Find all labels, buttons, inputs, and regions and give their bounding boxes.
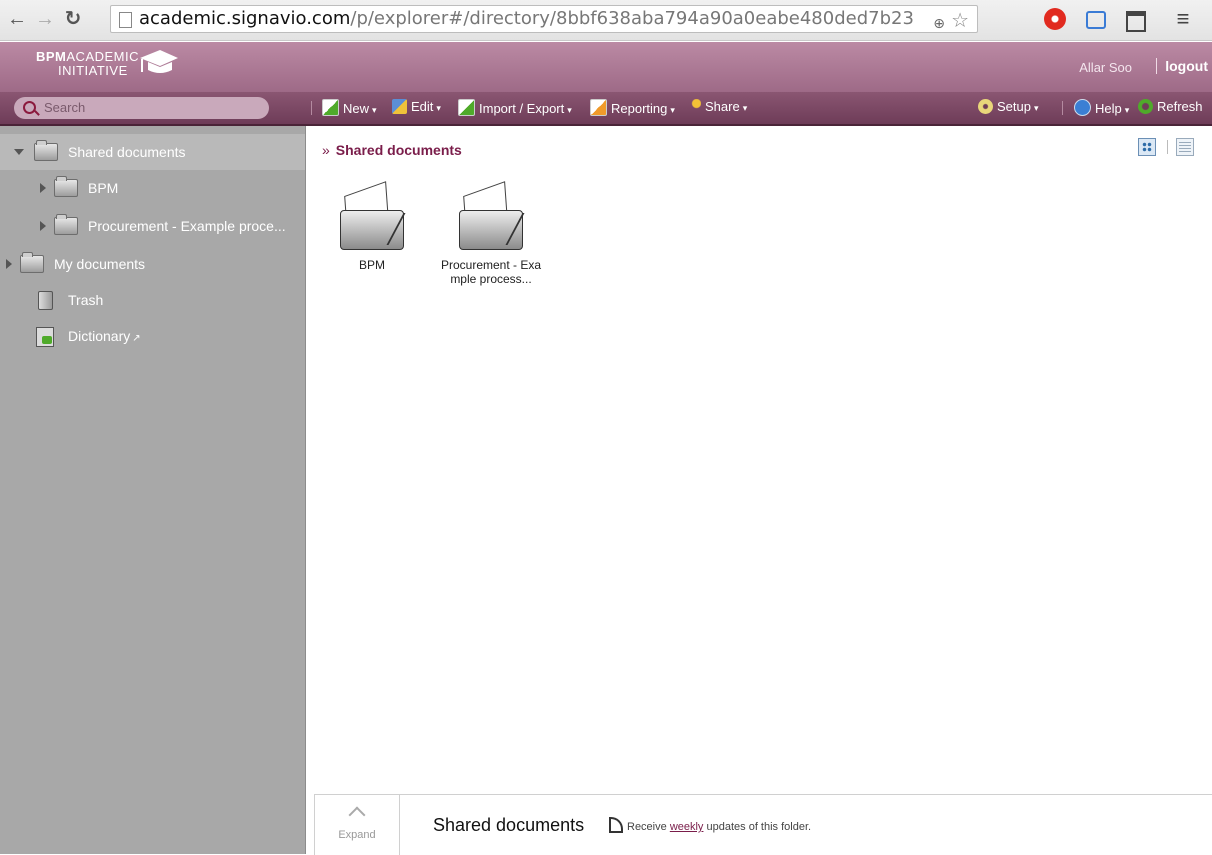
zoom-icon[interactable]: ⊕	[933, 11, 945, 32]
weekly-link[interactable]: weekly	[670, 821, 704, 833]
expand-arrow-icon[interactable]	[40, 221, 46, 231]
breadcrumb-current[interactable]: Shared documents	[336, 142, 462, 158]
opera-extension-icon[interactable]	[1044, 8, 1066, 30]
url-path: /p/explorer#/directory/8bbf638aba794a90a…	[350, 8, 914, 29]
trash-icon	[38, 291, 53, 310]
import-export-icon	[458, 99, 475, 116]
collapse-arrow-icon[interactable]	[14, 149, 24, 155]
edit-button[interactable]: Edit ▾	[392, 99, 441, 114]
screenshot-extension-icon[interactable]	[1086, 11, 1106, 29]
breadcrumb: » Shared documents	[322, 142, 462, 158]
star-icon[interactable]: ☆	[951, 7, 969, 32]
sidebar-item-shared-documents[interactable]: Shared documents	[0, 134, 305, 170]
url-host: academic.signavio.com	[139, 8, 351, 29]
user-name[interactable]: Allar Soo	[1079, 60, 1132, 75]
dictionary-icon	[36, 327, 54, 347]
sidebar-item-label: Dictionary	[68, 328, 131, 344]
view-divider	[1167, 140, 1168, 154]
search-placeholder: Search	[44, 100, 86, 115]
sidebar-item-my-documents[interactable]: My documents	[0, 246, 305, 282]
page-icon	[119, 12, 132, 28]
folder-tile-bpm[interactable]: BPM	[322, 176, 422, 272]
share-button[interactable]: Share ▾	[686, 99, 747, 114]
folder-info-panel: Expand Shared documents Receive weekly u…	[314, 794, 1212, 855]
sidebar-item-label: My documents	[54, 256, 146, 272]
reload-icon[interactable]: ↻	[62, 8, 84, 30]
menu-icon[interactable]: ≡	[1172, 8, 1194, 30]
sidebar: Shared documents BPM Procurement - Examp…	[0, 126, 306, 854]
expand-label: Expand	[338, 829, 376, 841]
sidebar-item-procurement[interactable]: Procurement - Example proce...	[0, 208, 305, 244]
back-arrow-icon[interactable]: ←	[6, 8, 28, 30]
sidebar-item-bpm[interactable]: BPM	[0, 170, 305, 206]
search-icon	[23, 101, 36, 114]
sidebar-item-label: BPM	[88, 180, 119, 196]
window-icon[interactable]	[1126, 11, 1146, 32]
help-button[interactable]: Help ▾	[1074, 99, 1129, 116]
folder-icon	[34, 140, 58, 161]
folder-tile-label: BPM	[358, 258, 385, 272]
expand-arrow-icon[interactable]	[6, 259, 12, 269]
sidebar-item-dictionary[interactable]: Dictionary ↗	[0, 318, 305, 354]
folder-tile-procurement[interactable]: Procurement - Example process...	[440, 176, 542, 286]
logout-link[interactable]: logout	[1156, 58, 1208, 74]
folder-icon	[459, 181, 523, 250]
folder-icon	[54, 176, 78, 197]
folder-icon	[54, 214, 78, 235]
sidebar-item-label: Trash	[68, 292, 104, 308]
refresh-icon	[1138, 99, 1153, 114]
rss-icon	[609, 817, 623, 833]
address-bar[interactable]: academic.signavio.com/p/explorer#/direct…	[110, 5, 978, 33]
import-export-button[interactable]: Import / Export ▾	[458, 99, 572, 116]
folder-icon	[20, 252, 44, 273]
help-icon	[1074, 99, 1091, 116]
new-button[interactable]: New ▾	[322, 99, 377, 116]
toolbar: Search New ▾ Edit ▾ Import / Export ▾ Repor…	[0, 92, 1212, 126]
logo[interactable]: BPMACADEMIC INITIATIVE	[36, 50, 139, 78]
grid-view-icon[interactable]	[1138, 138, 1156, 156]
gear-icon	[978, 99, 993, 114]
refresh-button[interactable]: Refresh	[1138, 99, 1203, 114]
folder-icon	[340, 181, 404, 250]
expand-arrow-icon[interactable]	[40, 183, 46, 193]
search-input[interactable]: Search	[14, 97, 269, 119]
subscription-text: Receive weekly updates of this folder.	[627, 821, 812, 833]
forward-arrow-icon[interactable]: →	[34, 8, 56, 30]
main-content: » Shared documents BPM Procurement - Exam…	[306, 126, 1212, 855]
setup-button[interactable]: Setup ▾	[978, 99, 1039, 114]
sidebar-item-label: Shared documents	[68, 144, 186, 160]
folder-tile-label: Procurement - Example process...	[440, 258, 542, 286]
app-header: BPMACADEMIC INITIATIVE Allar Soo logout	[0, 42, 1212, 92]
new-document-icon	[322, 99, 339, 116]
sidebar-item-label: Procurement - Example proce...	[88, 218, 286, 234]
toolbar-divider	[1062, 101, 1063, 115]
list-view-icon[interactable]	[1176, 138, 1194, 156]
key-icon	[686, 99, 701, 114]
reporting-button[interactable]: Reporting ▾	[590, 99, 675, 116]
browser-chrome: ← → ↻ academic.signavio.com/p/explorer#/…	[0, 0, 1212, 41]
graduation-cap-icon	[140, 50, 178, 73]
chevron-up-icon	[348, 806, 366, 824]
edit-icon	[392, 99, 407, 114]
external-link-icon: ↗	[132, 333, 141, 344]
folder-info-title: Shared documents	[433, 815, 585, 835]
reporting-icon	[590, 99, 607, 116]
toolbar-divider	[311, 101, 312, 115]
expand-button[interactable]: Expand	[315, 795, 400, 855]
sidebar-item-trash[interactable]: Trash	[0, 282, 305, 318]
